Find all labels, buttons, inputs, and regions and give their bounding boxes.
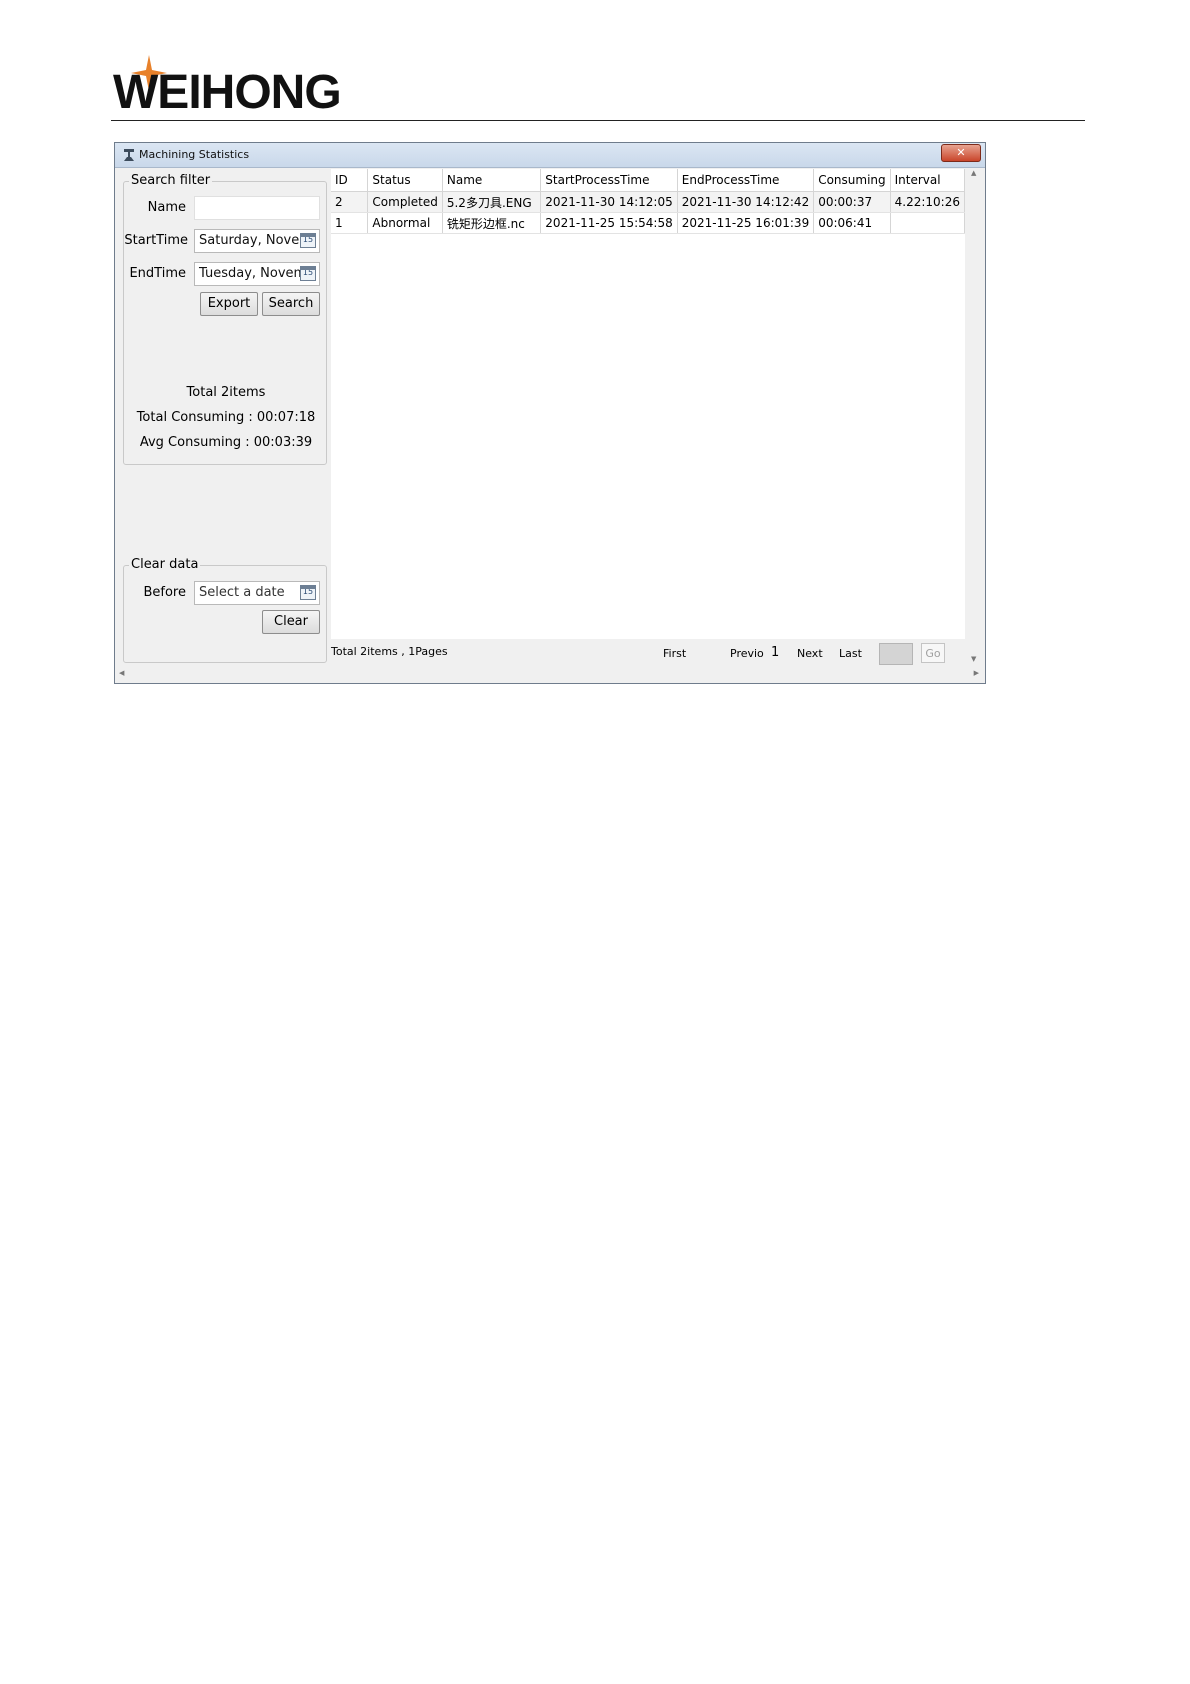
scroll-right-icon[interactable]: ▶	[974, 669, 979, 677]
cell-consuming: 00:06:41	[813, 212, 891, 234]
scroll-up-icon[interactable]: ▲	[971, 169, 976, 177]
table-row[interactable]: 2 Completed 5.2多刀具.ENG 2021-11-30 14:12:…	[331, 191, 966, 213]
total-consuming: Total Consuming : 00:07:18	[136, 410, 316, 425]
avg-consuming: Avg Consuming : 00:03:39	[139, 435, 313, 450]
column-header-start[interactable]: StartProcessTime	[540, 169, 678, 192]
column-header-status[interactable]: Status	[367, 169, 443, 192]
page-number-input[interactable]	[879, 643, 913, 665]
cell-start: 2021-11-30 14:12:05	[540, 191, 678, 213]
scroll-left-icon[interactable]: ◀	[119, 669, 124, 677]
endtime-picker[interactable]: Tuesday, Novem 15	[194, 262, 320, 286]
before-date-picker[interactable]: Select a date 15	[194, 581, 320, 605]
table-row[interactable]: 1 Abnormal 铣矩形边框.nc 2021-11-25 15:54:58 …	[331, 212, 966, 234]
table-header-row: ID Status Name StartProcessTime EndProce…	[331, 169, 966, 192]
starttime-value: Saturday, Novem	[199, 233, 312, 248]
column-header-id[interactable]: ID	[331, 169, 369, 192]
cell-status: Completed	[367, 191, 443, 213]
title-bar: Machining Statistics ✕	[115, 143, 985, 168]
left-panel: Search filter Name StartTime Saturday, N…	[119, 169, 327, 667]
name-label: Name	[147, 200, 186, 215]
search-filter-group: Search filter Name StartTime Saturday, N…	[123, 173, 327, 465]
clear-data-title: Clear data	[129, 557, 201, 572]
calendar-icon[interactable]: 15	[300, 585, 316, 600]
scroll-down-icon[interactable]: ▼	[971, 655, 976, 663]
vertical-scrollbar[interactable]: ▲ ▼	[967, 169, 983, 667]
export-button[interactable]: Export	[200, 292, 258, 316]
go-button[interactable]: Go	[921, 643, 945, 663]
cell-name: 5.2多刀具.ENG	[442, 191, 542, 213]
starttime-label: StartTime	[124, 233, 188, 248]
cell-id: 2	[331, 191, 369, 213]
name-input[interactable]	[194, 196, 320, 220]
machine-icon	[124, 149, 134, 161]
statistics-table: ID Status Name StartProcessTime EndProce…	[331, 169, 966, 234]
calendar-icon[interactable]: 15	[300, 266, 316, 281]
cell-status: Abnormal	[367, 212, 443, 234]
search-filter-title: Search filter	[129, 173, 213, 188]
cell-end: 2021-11-25 16:01:39	[677, 212, 815, 234]
statistics-table-area: ID Status Name StartProcessTime EndProce…	[331, 169, 966, 639]
machining-statistics-window: Machining Statistics ✕ Search filter Nam…	[114, 142, 986, 684]
window-title: Machining Statistics	[139, 148, 250, 161]
cell-name: 铣矩形边框.nc	[442, 212, 542, 234]
clear-button[interactable]: Clear	[262, 610, 320, 634]
before-label: Before	[143, 585, 186, 600]
brand-name: WEIHONG	[113, 66, 342, 119]
endtime-label: EndTime	[129, 266, 186, 281]
close-button[interactable]: ✕	[941, 144, 981, 162]
endtime-value: Tuesday, Novem	[199, 266, 307, 281]
weihong-logo: WEIHONG	[113, 55, 373, 117]
column-header-name[interactable]: Name	[442, 169, 542, 192]
clear-data-group: Clear data Before Select a date 15 Clear	[123, 557, 327, 663]
cell-id: 1	[331, 212, 369, 234]
starttime-picker[interactable]: Saturday, Novem 15	[194, 229, 320, 253]
search-button[interactable]: Search	[262, 292, 320, 316]
cell-interval: 4.22:10:26	[890, 191, 966, 213]
before-date-placeholder: Select a date	[199, 585, 285, 600]
cell-interval	[890, 212, 966, 234]
column-header-consuming[interactable]: Consuming	[813, 169, 891, 192]
cell-start: 2021-11-25 15:54:58	[540, 212, 678, 234]
total-items: Total 2items	[186, 385, 266, 400]
horizontal-scrollbar[interactable]: ◀ ▶	[117, 667, 983, 681]
cell-end: 2021-11-30 14:12:42	[677, 191, 815, 213]
column-header-interval[interactable]: Interval	[890, 169, 966, 192]
cell-consuming: 00:00:37	[813, 191, 891, 213]
column-header-end[interactable]: EndProcessTime	[677, 169, 815, 192]
calendar-icon[interactable]: 15	[300, 233, 316, 248]
header-divider	[111, 120, 1085, 121]
